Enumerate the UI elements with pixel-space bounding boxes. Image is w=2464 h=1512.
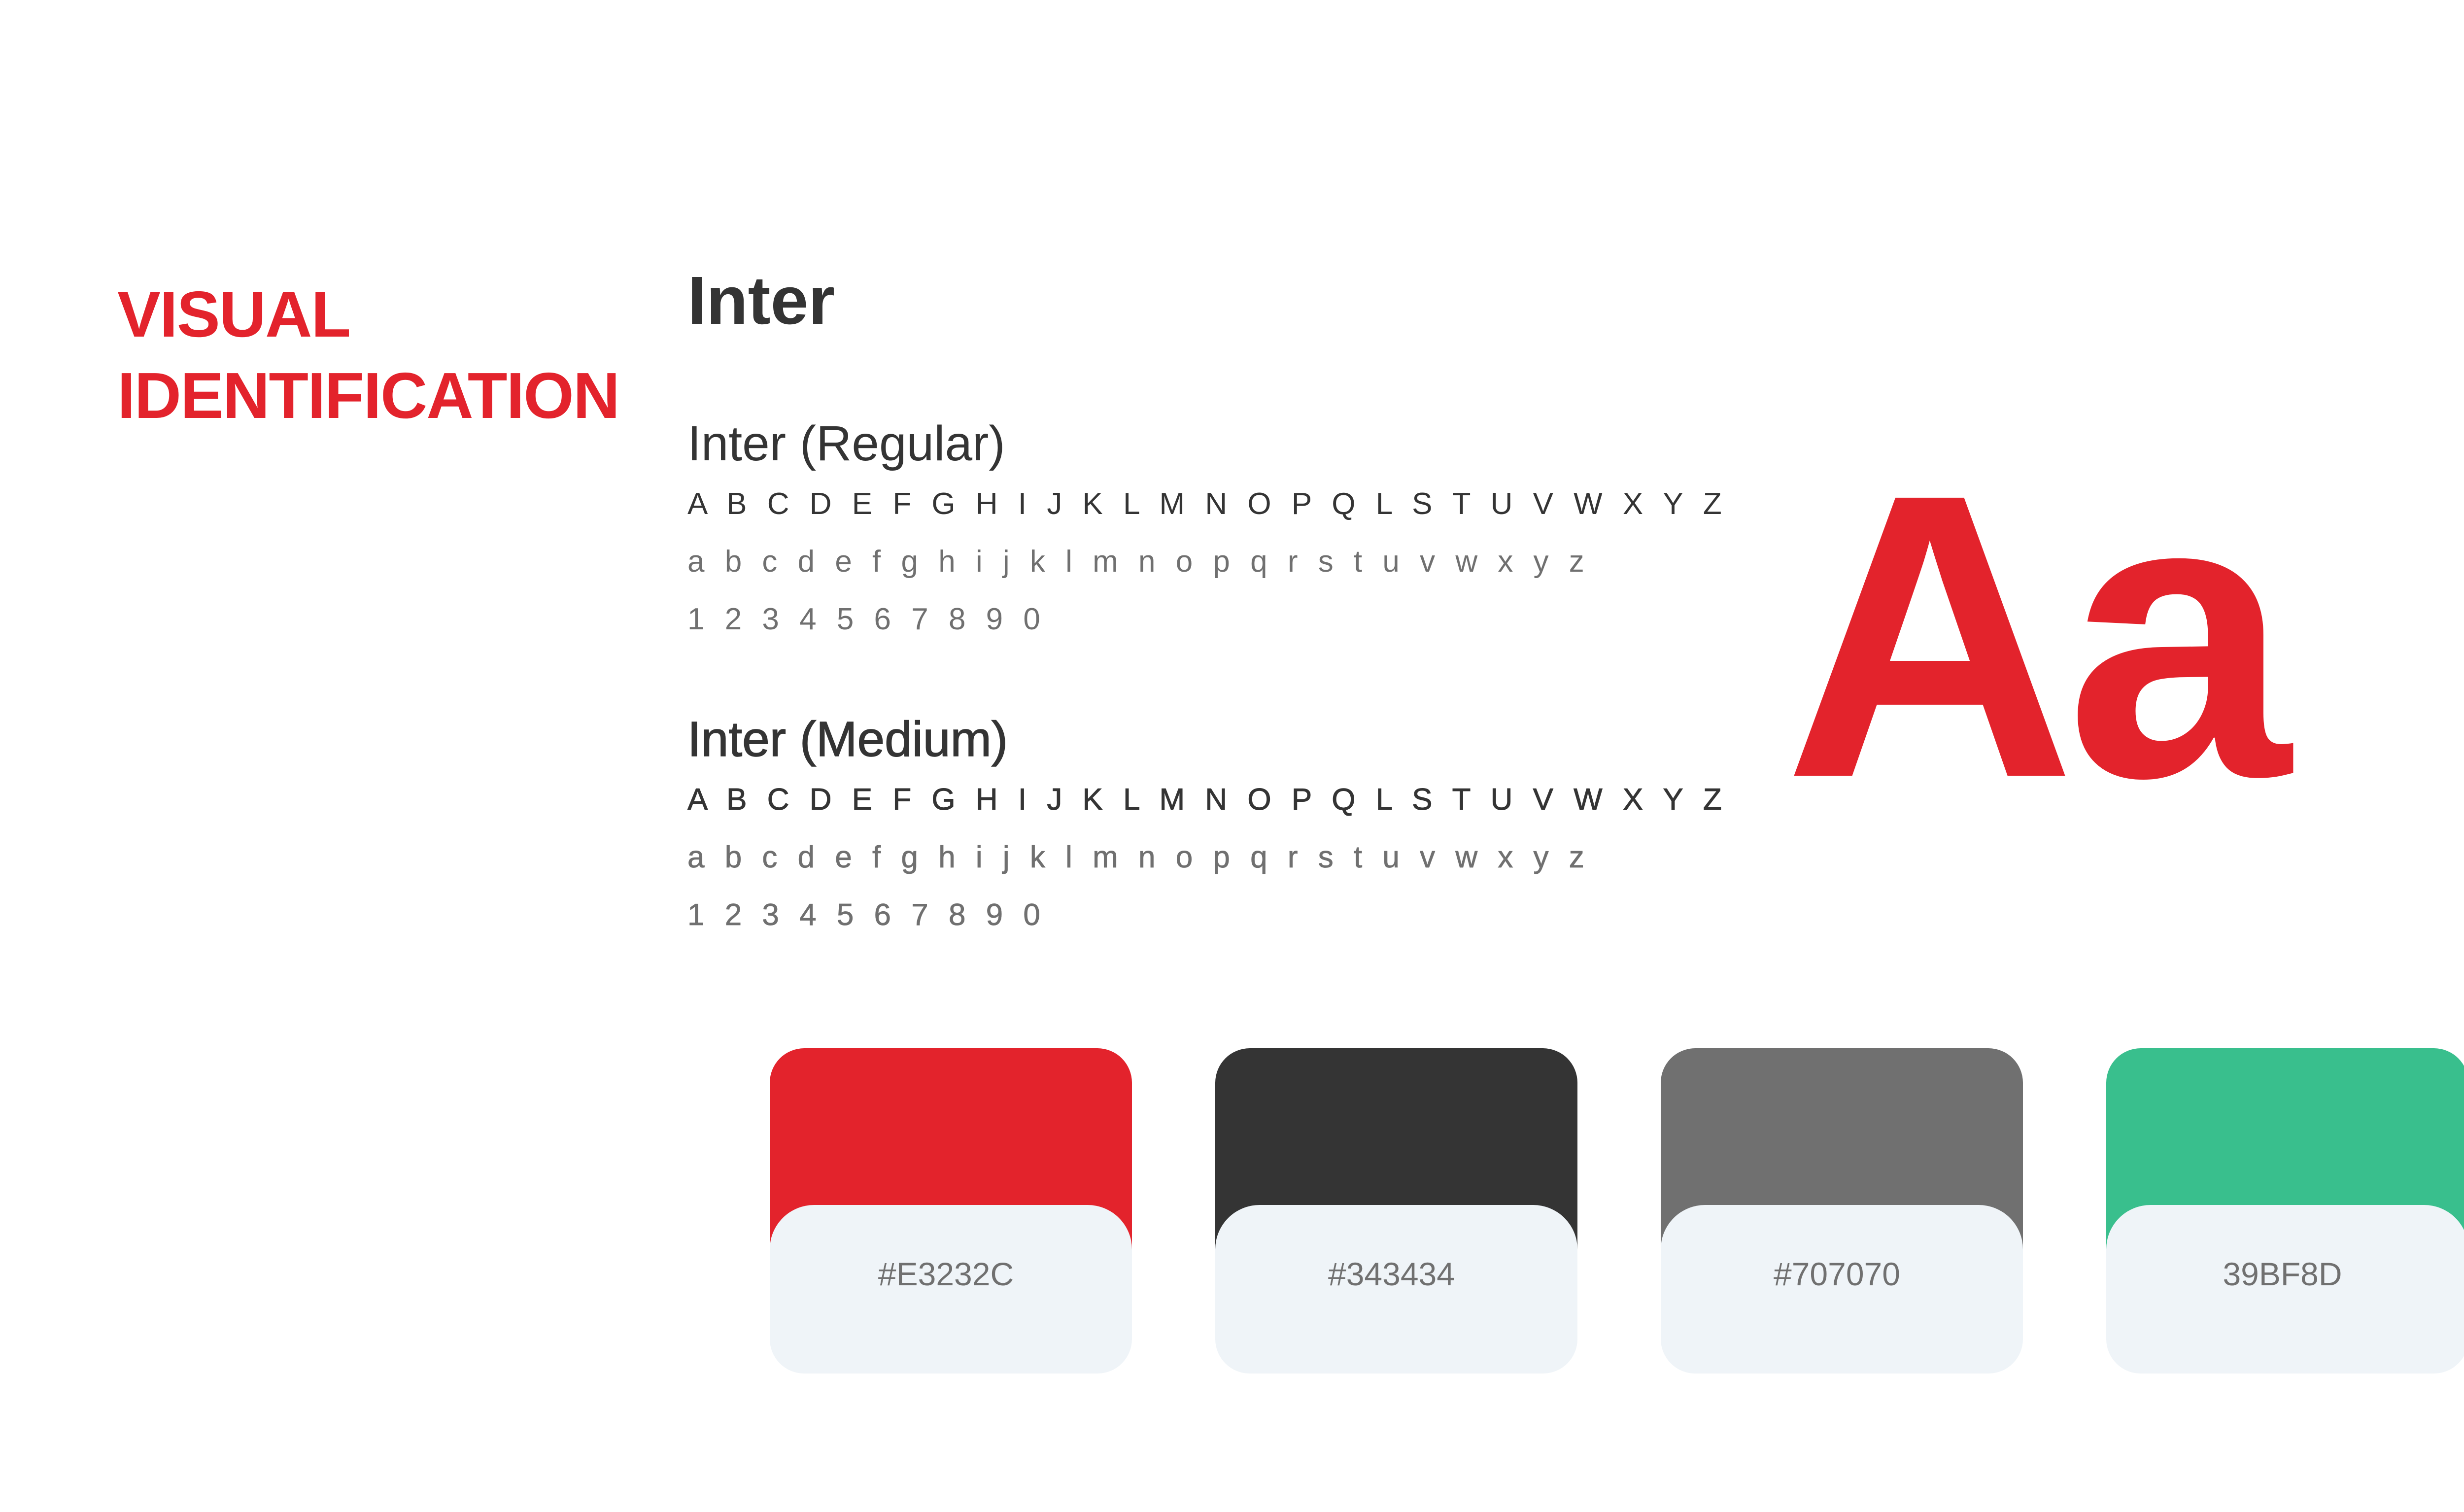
font-name-heading: Inter [687,263,835,339]
swatch-label-card: #707070 [1661,1205,2023,1374]
swatch-hex-label: 39BF8D [2223,1256,2342,1292]
font-weight-medium-specimen: Inter (Medium) A B C D E F G H I J K L M… [687,710,1728,944]
lowercase-alphabet: a b c d e f g h i j k l m n o p q r s t … [687,840,1590,875]
lowercase-alphabet: a b c d e f g h i j k l m n o p q r s t … [687,545,1590,579]
font-weight-regular-specimen: Inter (Regular) A B C D E F G H I J K L … [687,414,1728,648]
section-title-line-2: IDENTIFICATION [117,359,620,432]
uppercase-alphabet: A B C D E F G H I J K L M N O P Q L S T … [687,487,1728,521]
type-sample-glyph: Aa [1784,410,2291,861]
weight-title: Inter (Medium) [687,711,1008,767]
weight-title: Inter (Regular) [687,416,1005,471]
color-swatch: #707070 [1661,1048,2023,1374]
swatch-hex-label: #E3232C [878,1256,1014,1292]
swatch-label-card: 39BF8D [2106,1205,2464,1374]
swatch-label-card: #E3232C [770,1205,1132,1374]
uppercase-alphabet: A B C D E F G H I J K L M N O P Q L S T … [687,783,1728,817]
color-swatch: #E3232C [770,1048,1132,1374]
digits-row: 1 2 3 4 5 6 7 8 9 0 [687,898,1046,932]
color-swatch: #343434 [1215,1048,1577,1374]
section-title: VISUAL IDENTIFICATION [117,274,659,436]
swatch-hex-label: #343434 [1328,1256,1455,1292]
swatch-label-card: #343434 [1215,1205,1577,1374]
digits-row: 1 2 3 4 5 6 7 8 9 0 [687,602,1046,636]
swatch-hex-label: #707070 [1774,1256,1900,1292]
section-title-line-1: VISUAL [117,278,351,350]
color-swatch: 39BF8D [2106,1048,2464,1374]
